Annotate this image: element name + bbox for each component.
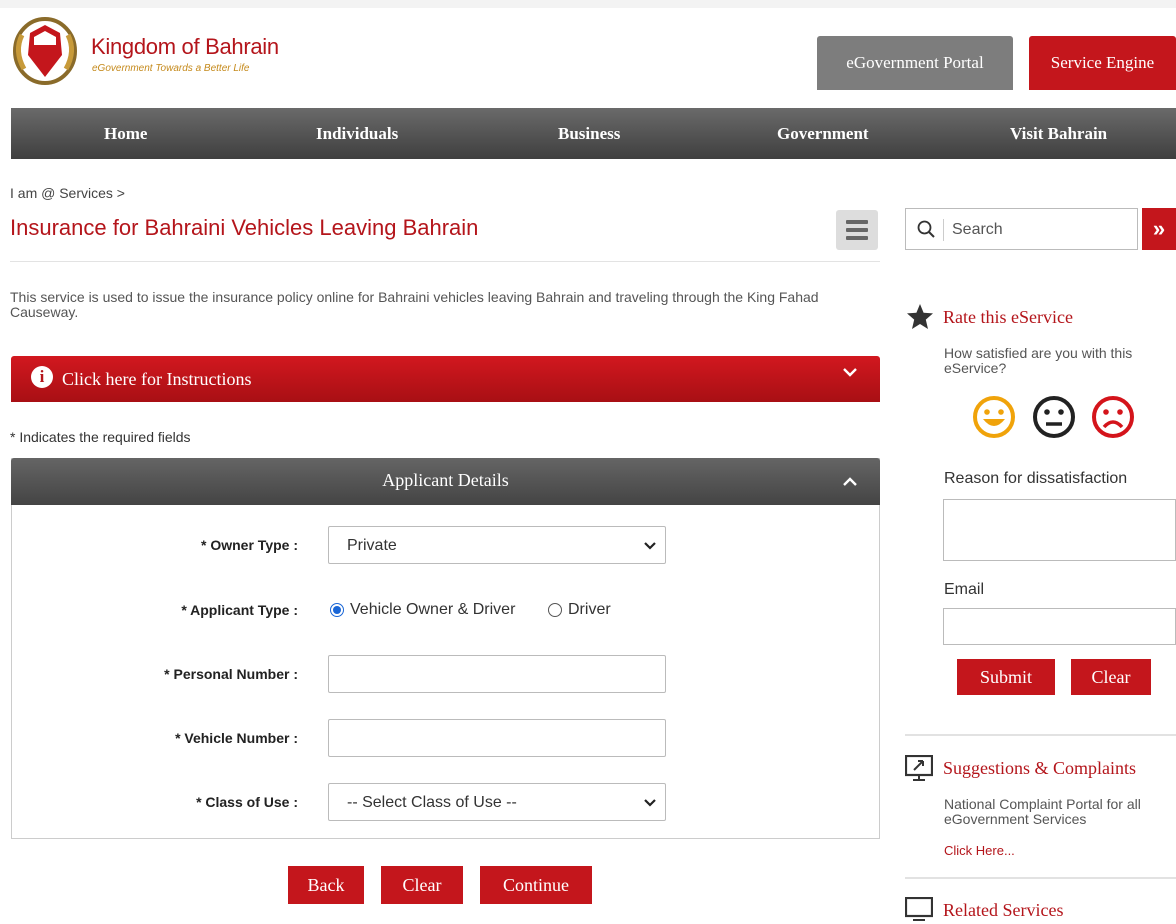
radio-unselected-icon <box>548 603 562 617</box>
brand-title: Kingdom of Bahrain <box>91 34 279 59</box>
related-services-title[interactable]: Related Services <box>943 900 1063 921</box>
search-submit-button[interactable]: » <box>1142 208 1176 250</box>
page-title: Insurance for Bahraini Vehicles Leaving … <box>10 215 479 240</box>
instructions-toggle[interactable]: i Click here for Instructions <box>11 356 880 402</box>
rate-service-title: Rate this eService <box>943 307 1073 327</box>
chevron-up-icon <box>843 477 857 486</box>
nav-item-individuals[interactable]: Individuals <box>316 108 398 159</box>
star-icon <box>907 304 933 329</box>
vehicle-number-input[interactable] <box>328 719 666 757</box>
email-input[interactable] <box>943 608 1176 645</box>
owner-type-value: Private <box>347 537 397 554</box>
reason-label: Reason for dissatisfaction <box>944 470 1128 487</box>
sad-face-icon[interactable] <box>1091 395 1135 439</box>
applicant-type-radio-group: Vehicle Owner & Driver Driver <box>330 601 730 621</box>
reason-textarea[interactable] <box>943 499 1176 561</box>
suggestions-title[interactable]: Suggestions & Complaints <box>943 758 1136 779</box>
title-divider <box>10 261 880 262</box>
search-icon[interactable] <box>917 220 935 238</box>
service-engine-tab[interactable]: Service Engine <box>1029 36 1176 90</box>
class-of-use-value: -- Select Class of Use -- <box>347 794 517 811</box>
class-of-use-label: * Class of Use : <box>196 794 298 810</box>
radio-vehicle-owner-driver[interactable]: Vehicle Owner & Driver <box>330 601 515 619</box>
instructions-label: Click here for Instructions <box>62 369 252 389</box>
feedback-clear-button[interactable]: Clear <box>1071 659 1151 695</box>
submit-button[interactable]: Submit <box>957 659 1055 695</box>
sidebar-divider <box>905 734 1176 736</box>
bahrain-emblem-logo[interactable] <box>10 15 80 87</box>
radio-selected-icon <box>330 603 344 617</box>
chevron-down-icon <box>644 799 656 807</box>
suggestions-link[interactable]: Click Here... <box>944 843 1015 858</box>
radio-label: Vehicle Owner & Driver <box>350 601 516 618</box>
personal-number-label: * Personal Number : <box>164 666 298 682</box>
suggestions-text: National Complaint Portal for all eGover… <box>944 796 1141 827</box>
nav-item-government[interactable]: Government <box>777 108 869 159</box>
breadcrumb[interactable]: I am @ Services > <box>10 185 125 201</box>
chevron-down-icon <box>644 542 656 550</box>
panel-title: Applicant Details <box>382 470 509 490</box>
back-button[interactable]: Back <box>288 866 364 904</box>
search-divider <box>943 219 944 241</box>
owner-type-select[interactable]: Private <box>328 526 666 564</box>
applicant-details-header[interactable]: Applicant Details <box>11 458 880 505</box>
applicant-type-label: * Applicant Type : <box>181 602 298 618</box>
search-box <box>905 208 1138 250</box>
radio-driver[interactable]: Driver <box>548 601 611 619</box>
continue-button[interactable]: Continue <box>480 866 592 904</box>
egovernment-portal-tab[interactable]: eGovernment Portal <box>817 36 1013 90</box>
neutral-face-icon[interactable] <box>1032 395 1076 439</box>
rate-question: How satisfied are you with this eService… <box>944 345 1133 376</box>
main-nav: Home Individuals Business Government Vis… <box>11 108 1176 159</box>
chevron-down-icon <box>843 368 857 377</box>
brand-subtitle: eGovernment Towards a Better Life <box>92 63 250 74</box>
monitor-icon <box>905 897 933 921</box>
top-strip <box>0 0 1176 8</box>
required-fields-note: * Indicates the required fields <box>10 429 191 445</box>
clear-button[interactable]: Clear <box>381 866 463 904</box>
radio-label: Driver <box>568 601 611 618</box>
presentation-board-icon <box>905 755 933 781</box>
vehicle-number-label: * Vehicle Number : <box>175 730 298 746</box>
search-input[interactable] <box>952 219 1132 241</box>
nav-item-visit-bahrain[interactable]: Visit Bahrain <box>1010 108 1107 159</box>
email-label: Email <box>944 581 985 598</box>
nav-item-business[interactable]: Business <box>558 108 620 159</box>
applicant-details-panel: Applicant Details * Owner Type : Private… <box>11 458 880 839</box>
happy-face-icon[interactable] <box>972 395 1016 439</box>
class-of-use-select[interactable]: -- Select Class of Use -- <box>328 783 666 821</box>
info-icon: i <box>31 366 53 388</box>
nav-item-home[interactable]: Home <box>104 108 147 159</box>
personal-number-input[interactable] <box>328 655 666 693</box>
service-description: This service is used to issue the insura… <box>10 289 819 320</box>
owner-type-label: * Owner Type : <box>201 537 298 553</box>
sidebar-divider <box>905 877 1176 879</box>
hamburger-menu-icon[interactable] <box>836 210 878 250</box>
